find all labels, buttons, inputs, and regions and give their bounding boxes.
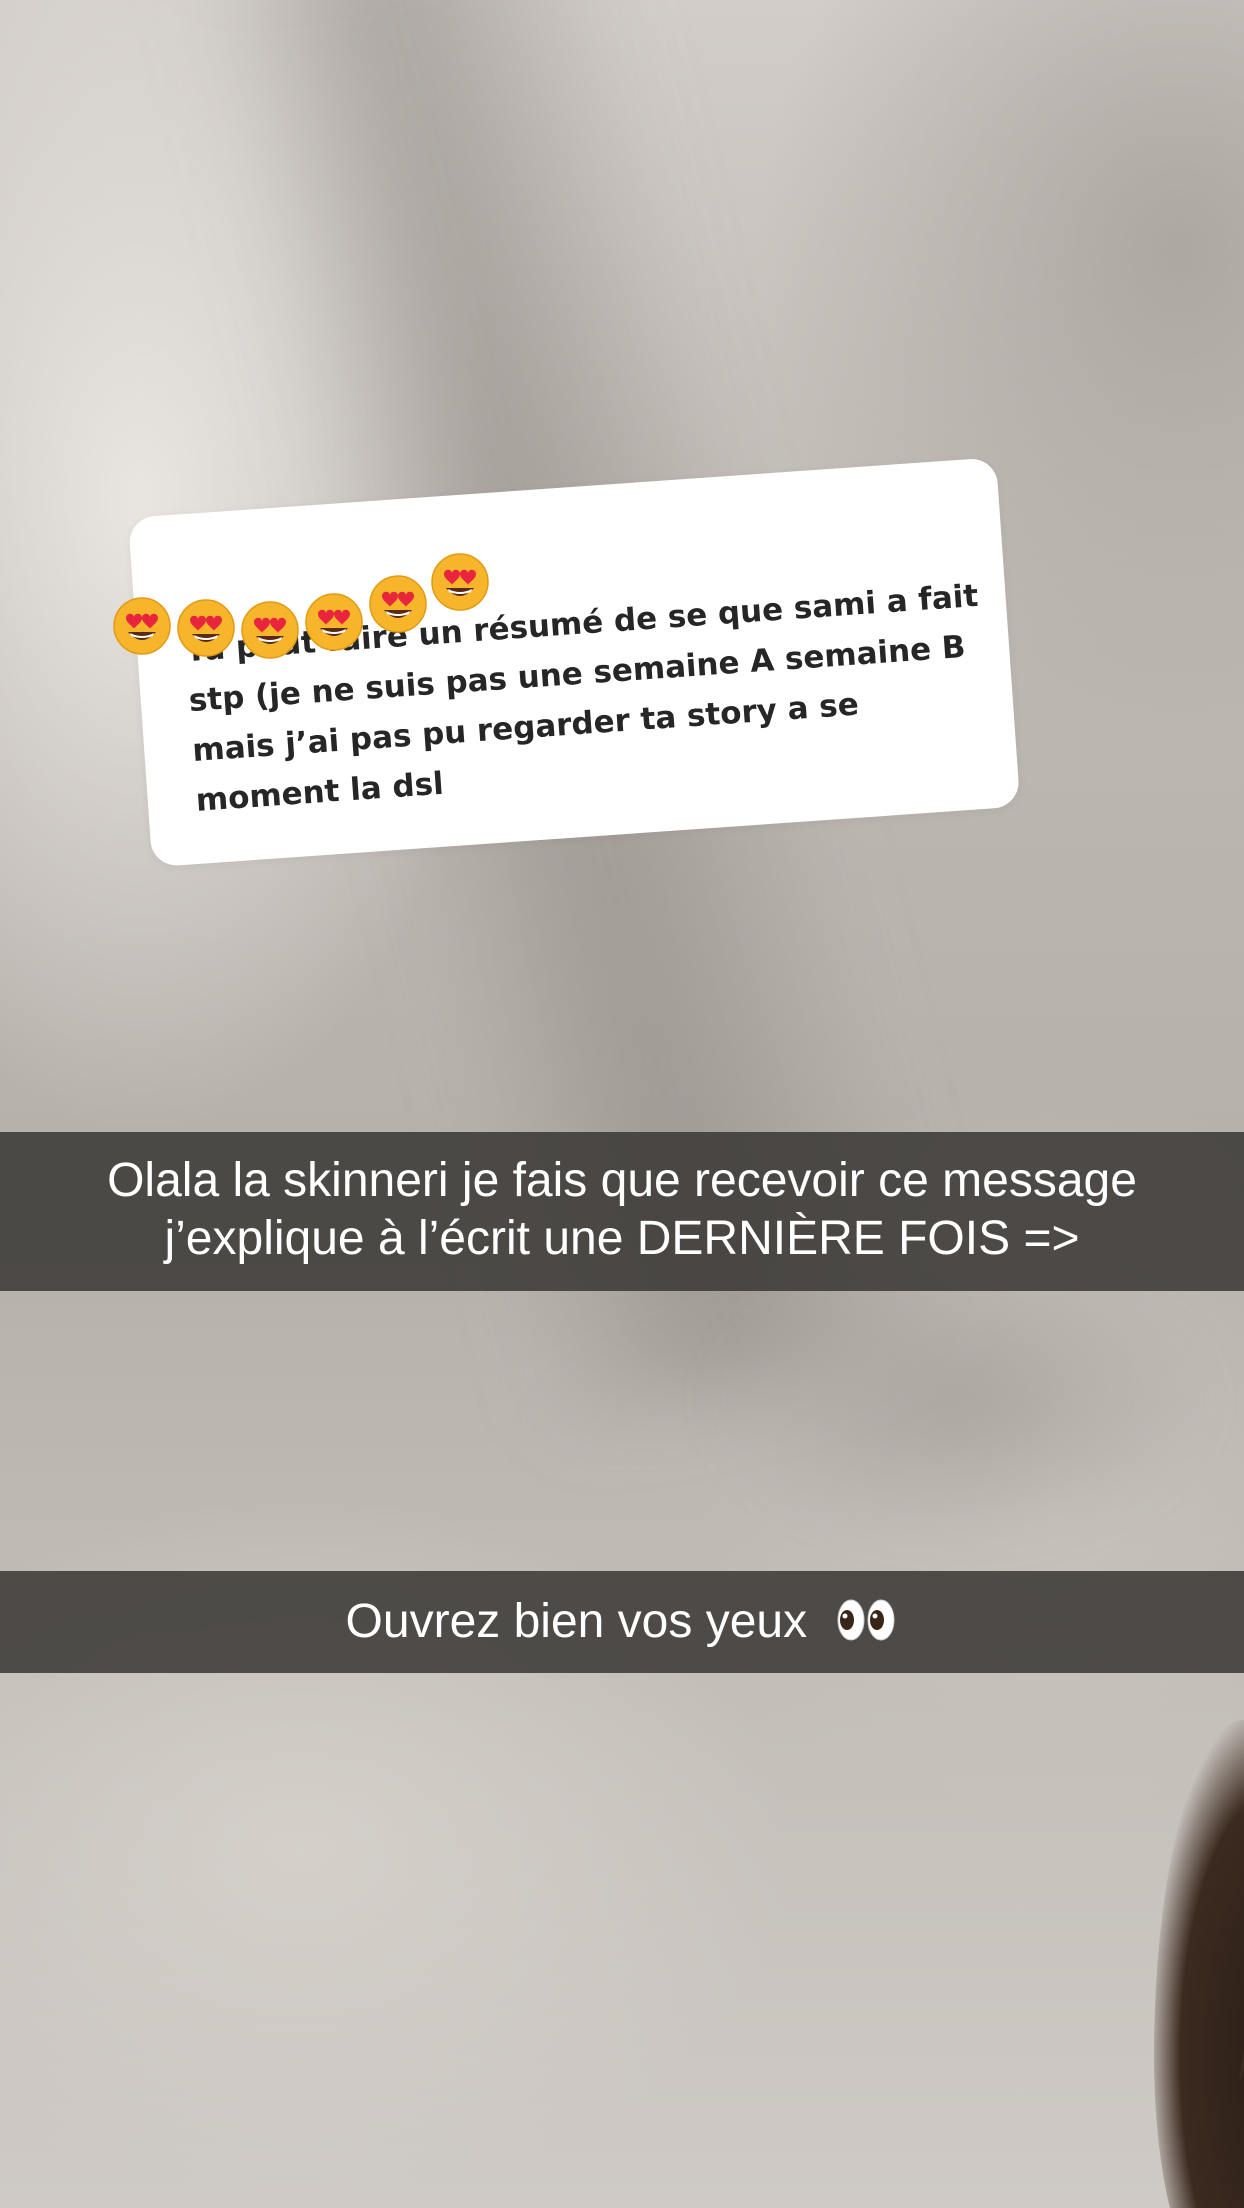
heart-eyes-icon xyxy=(431,553,489,611)
caption-1-line-1: Olala la skinneri je fais que recevoir c… xyxy=(107,1154,1137,1207)
hair-strand xyxy=(1238,1940,1244,2080)
eyes-icon xyxy=(837,1599,895,1641)
heart-eyes-icon xyxy=(241,601,299,659)
caption-bar-1[interactable]: Olala la skinneri je fais que recevoir c… xyxy=(0,1132,1244,1291)
story-canvas[interactable]: pa Tu peut faire un résumé de se que sam… xyxy=(0,0,1244,2208)
caption-bar-2[interactable]: Ouvrez bien vos yeux xyxy=(0,1571,1244,1673)
emoji-sticker-group[interactable] xyxy=(112,540,532,660)
heart-eyes-icon xyxy=(177,599,235,657)
caption-1-line-2: j’explique à l’écrit une DERNIÈRE FOIS =… xyxy=(164,1212,1080,1265)
question-sticker[interactable]: pa Tu peut faire un résumé de se que sam… xyxy=(128,457,1021,868)
heart-eyes-icon xyxy=(369,575,427,633)
caption-2-text: Ouvrez bien vos yeux xyxy=(345,1595,808,1648)
heart-eyes-icon xyxy=(305,593,363,651)
background-corner-shadow xyxy=(700,1250,1220,1550)
heart-eyes-icon xyxy=(113,597,171,655)
